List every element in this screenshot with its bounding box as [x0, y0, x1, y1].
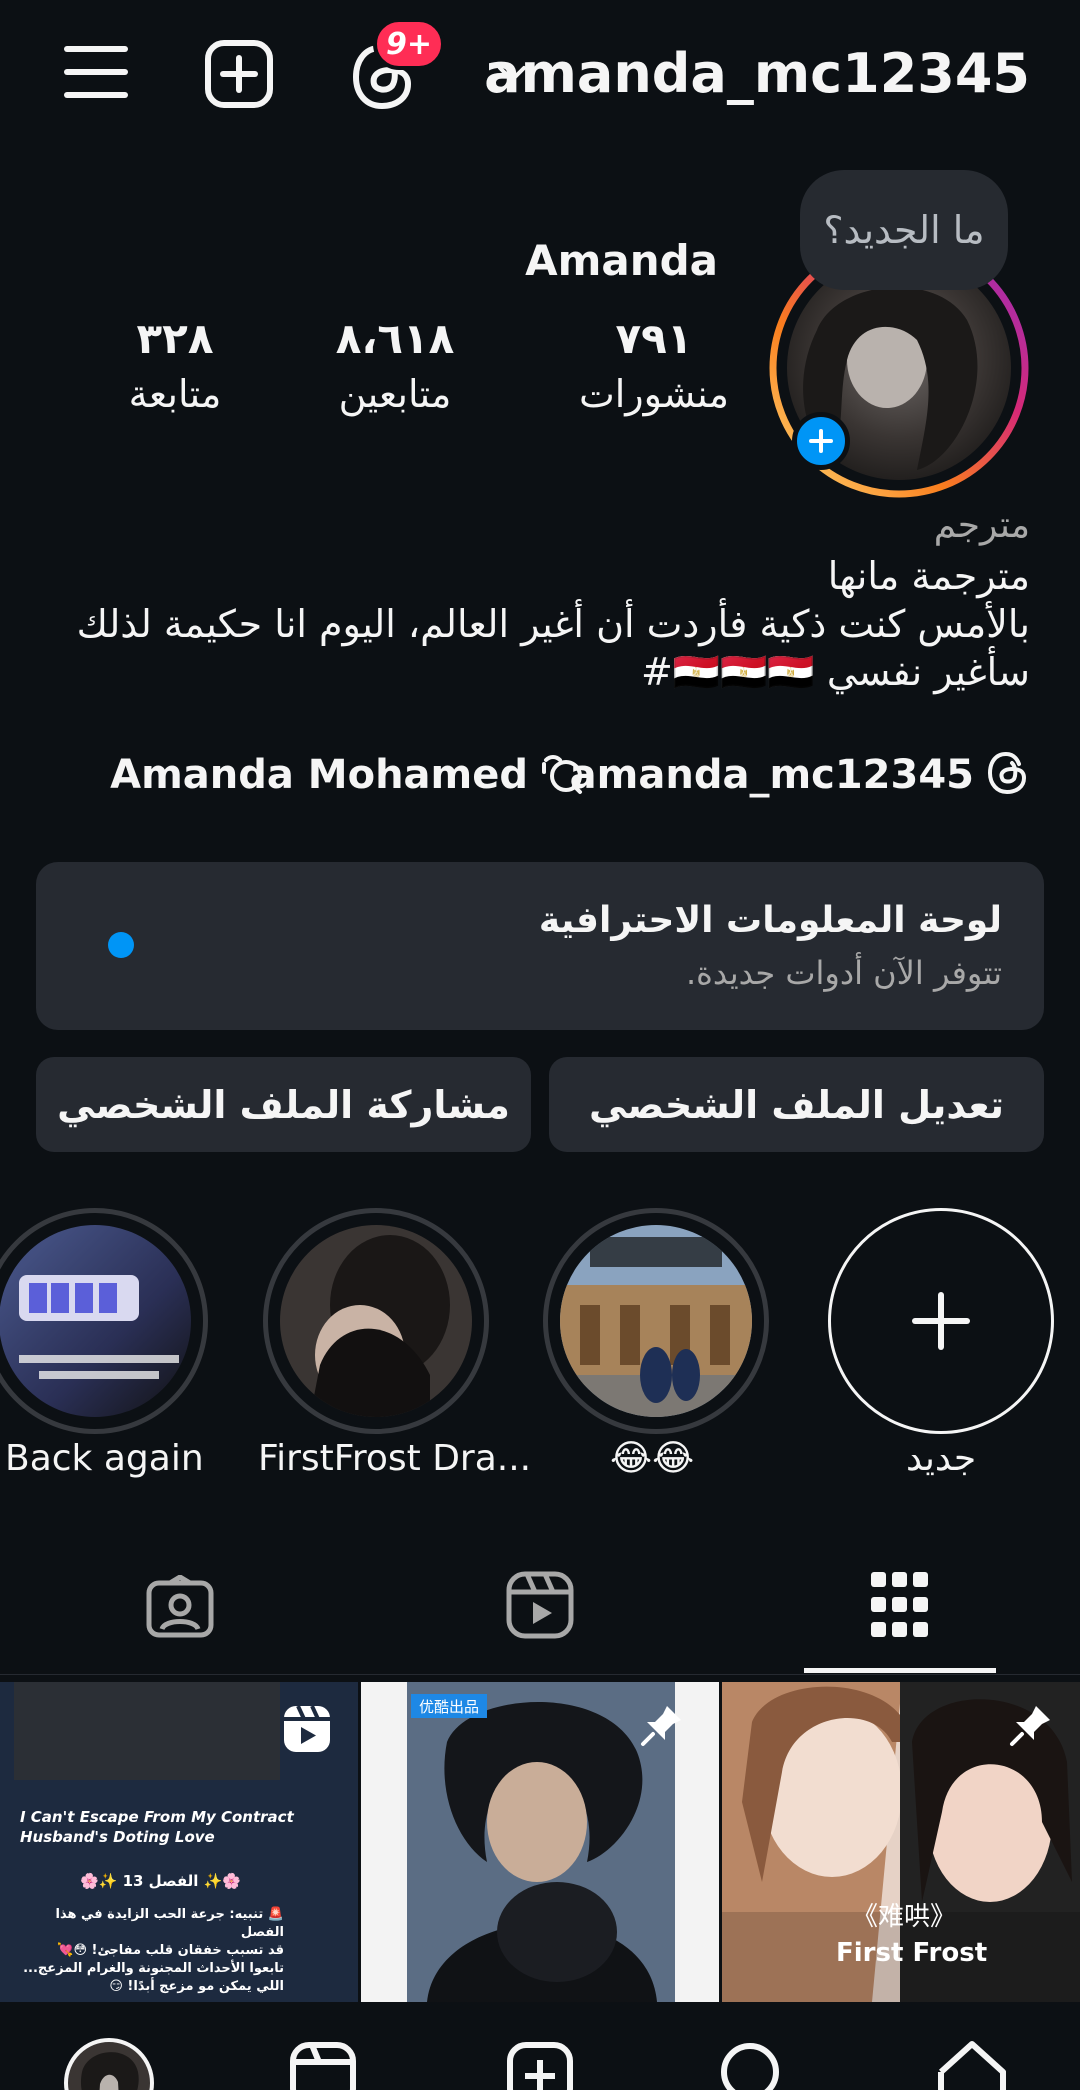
highlight-cover [0, 1225, 191, 1417]
threads-link-icon [986, 750, 1030, 796]
linked-name[interactable]: Amanda Mohamed [110, 752, 528, 798]
bottom-nav [0, 2002, 1080, 2090]
highlight-label: FirstFrost Dra... [258, 1438, 532, 1479]
post-title-cn: 《难哄》 [852, 1902, 957, 1932]
highlight-cover [560, 1225, 752, 1417]
highlight-cover [280, 1225, 472, 1417]
new-highlight-button[interactable] [828, 1208, 1054, 1434]
post-caption-line: 🚨 تنبيه: جرعة الحب الزايدة في هذا الفصل [55, 1907, 284, 1940]
add-story-icon[interactable] [792, 412, 850, 470]
highlight-back-again[interactable] [0, 1208, 208, 1434]
post-title-line: Husband's Doting Love [20, 1828, 215, 1846]
threads-link[interactable]: amanda_mc12345 [570, 752, 974, 798]
edit-profile-button[interactable]: تعديل الملف الشخصي [549, 1057, 1044, 1152]
share-profile-button[interactable]: مشاركة الملف الشخصي [36, 1057, 531, 1152]
grid-post[interactable]: I Can't Escape From My Contract Husband'… [0, 1682, 358, 2002]
grid-post[interactable]: 优酷出品 [361, 1682, 719, 2002]
post-subtitle: First Frost [836, 1938, 988, 1968]
pin-icon [1008, 1702, 1054, 1748]
menu-icon[interactable] [64, 44, 128, 100]
new-indicator-dot [108, 932, 134, 958]
dashboard-title: لوحة المعلومات الاحترافية [538, 900, 1002, 941]
bio-line: سأغير نفسي 🇪🇬🇪🇬🇪🇬# [640, 650, 1030, 694]
avatar[interactable] [767, 270, 1031, 500]
post-chapter: 🌸✨ الفصل 13 ✨🌸 [80, 1872, 241, 1890]
post-tag: 优酷出品 [411, 1694, 488, 1718]
post-title-line: I Can't Escape From My Contract [20, 1808, 294, 1826]
post-thumbnail [407, 1682, 675, 2002]
highlight-label: Back again [5, 1438, 204, 1479]
post-title: I Can't Escape From My Contract Husband'… [20, 1807, 294, 1847]
add-post-icon[interactable] [205, 40, 273, 108]
grid-tab-icon[interactable] [871, 1572, 929, 1638]
linked-account-icon [540, 752, 586, 796]
following-count[interactable]: ٣٢٨ [65, 314, 285, 363]
reels-tab-icon[interactable] [505, 1570, 575, 1640]
reels-nav-icon[interactable] [290, 2042, 356, 2090]
tagged-tab-icon[interactable] [145, 1575, 215, 1639]
bio-line: مترجمة مانها [827, 554, 1030, 598]
post-thumbnail [14, 1682, 280, 1780]
pin-icon [639, 1702, 685, 1748]
tab-divider [0, 1674, 1080, 1675]
notification-badge: 9+ [373, 18, 445, 70]
followers-label[interactable]: متابعين [285, 372, 505, 416]
home-nav-icon[interactable] [937, 2038, 1007, 2090]
dashboard-subtitle: تتوفر الآن أدوات جديدة. [685, 954, 1002, 992]
profile-category: مترجم [933, 505, 1030, 546]
search-nav-icon[interactable] [720, 2042, 786, 2090]
bio-line: بالأمس كنت ذكية فأردت أن أغير العالم، ال… [76, 602, 1030, 646]
following-label[interactable]: متابعة [65, 372, 285, 416]
post-caption: 🚨 تنبيه: جرعة الحب الزايدة في هذا الفصل … [22, 1906, 284, 1996]
post-caption-line: تابعوا الأحداث المجنونة والغرام المزعج..… [23, 1961, 284, 1976]
highlight-laugh[interactable] [543, 1208, 769, 1434]
professional-dashboard-card[interactable]: لوحة المعلومات الاحترافية تتوفر الآن أدو… [36, 862, 1044, 1030]
display-name: Amanda [525, 236, 718, 285]
followers-count[interactable]: ٨،٦١٨ [285, 314, 505, 363]
post-caption-line: اللي يمكن مو مزعج أبدًا! 😏 [109, 1979, 284, 1994]
posts-label[interactable]: منشورات [544, 372, 764, 416]
reel-icon [282, 1704, 332, 1754]
active-tab-indicator [804, 1668, 996, 1673]
note-bubble[interactable]: ما الجديد؟ [800, 170, 1008, 290]
account-username[interactable]: amanda_mc12345 [484, 42, 1030, 105]
highlight-firstfrost[interactable] [263, 1208, 489, 1434]
top-bar: 9+ amanda_mc12345 [0, 0, 1080, 150]
profile-nav-avatar[interactable] [64, 2038, 154, 2090]
grid-post[interactable]: 《难哄》 First Frost [722, 1682, 1080, 2002]
bio: مترجمة مانها بالأمس كنت ذكية فأردت أن أغ… [30, 552, 1030, 696]
posts-count[interactable]: ٧٩١ [544, 314, 764, 363]
highlight-label: 😂😂 [610, 1438, 695, 1479]
create-nav-icon[interactable] [507, 2042, 573, 2090]
highlight-label: جديد [906, 1438, 977, 1479]
post-caption-line: قد تسبب خفقان قلب مفاجئ! 😳💘 [57, 1943, 284, 1958]
